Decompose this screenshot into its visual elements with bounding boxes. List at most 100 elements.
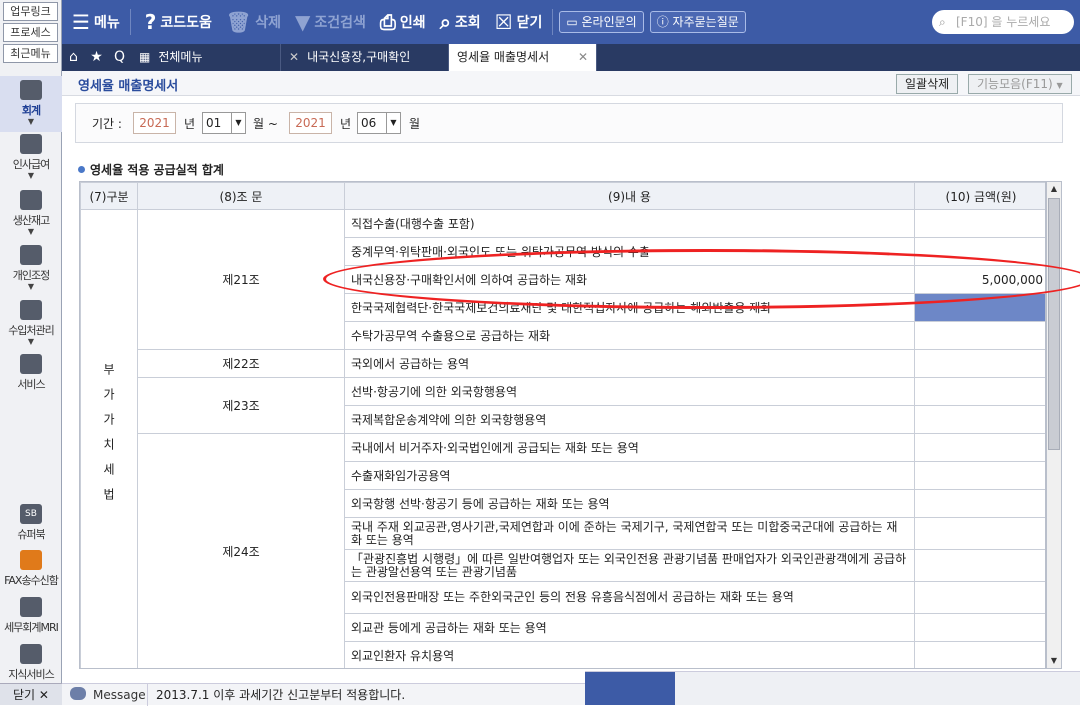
scroll-down-icon[interactable]: ▼: [1047, 654, 1061, 668]
table-row-content: 수출재화임가공용역: [344, 461, 915, 490]
person-icon: [20, 245, 42, 265]
tab-zero-rate-sales[interactable]: 영세율 매출명세서 ✕: [449, 44, 597, 71]
sidebar-item-production[interactable]: 생산재고 ▼: [0, 190, 62, 236]
message-label: Message: [93, 688, 146, 702]
amount-cell[interactable]: [914, 461, 1045, 490]
period-label: 기간 :: [92, 117, 122, 131]
trash-icon: 🗑: [225, 10, 252, 34]
lookup-button[interactable]: ⌕ 조회: [440, 0, 481, 44]
menu-button[interactable]: ☰ 메뉴: [72, 0, 120, 44]
sidebar-item-service[interactable]: 서비스: [0, 354, 62, 392]
amount-cell[interactable]: [914, 405, 1045, 434]
header-article: (8)조 문: [137, 182, 345, 210]
star-icon[interactable]: ★: [85, 44, 108, 71]
table-row-content: 국내에서 비거주자·외국법인에게 공급되는 재화 또는 용역: [344, 433, 915, 462]
search-input[interactable]: ⌕ [F10] 을 누르세요: [932, 10, 1074, 34]
table-row-content: 국제복합운송계약에 의한 외국항행용역: [344, 405, 915, 434]
question-circle-icon: ⓘ: [656, 15, 673, 29]
quick-link-work[interactable]: 업무링크: [3, 2, 58, 21]
online-inquiry-button[interactable]: ▭ 온라인문의: [559, 11, 644, 33]
partial-panel-header: [585, 672, 675, 705]
amount-cell[interactable]: [914, 377, 1045, 406]
sidebar-item-superbook[interactable]: SB 슈퍼북: [0, 504, 62, 542]
person-coin-icon: [20, 134, 42, 154]
start-year-input[interactable]: 2021: [133, 112, 176, 134]
print-button[interactable]: ⎙ 인쇄: [380, 0, 426, 44]
chevron-down-icon: ▼: [27, 171, 35, 180]
scroll-up-icon[interactable]: ▲: [1047, 182, 1061, 196]
delete-button[interactable]: 🗑 삭제: [226, 0, 281, 44]
table-row-content: 수탁가공무역 수출용으로 공급하는 재화: [344, 321, 915, 350]
table-row-content: 중계무역·위탁판매·외국인도 또는 위탁가공무역 방식의 수출: [344, 237, 915, 266]
sidebar-item-accounting[interactable]: 회계 ▼: [0, 76, 62, 132]
faq-button[interactable]: ⓘ 자주묻는질문: [649, 11, 746, 33]
amount-cell[interactable]: [914, 209, 1045, 238]
chevron-down-icon: ▼: [386, 113, 400, 133]
tab-domestic-lc[interactable]: ✕ 내국신용장,구매확인: [281, 44, 449, 71]
function-collection-button[interactable]: 기능모음(F11) ▼: [968, 74, 1072, 94]
scroll-thumb[interactable]: [1048, 198, 1060, 450]
close-icon[interactable]: ✕: [568, 44, 588, 71]
month-range-label: 월 ~: [253, 117, 278, 131]
close-button[interactable]: ☒ 닫기: [495, 0, 543, 44]
search-icon: ⌕: [439, 10, 451, 34]
amount-cell[interactable]: 5,000,000: [914, 265, 1045, 294]
home-icon[interactable]: ⌂: [62, 44, 85, 71]
sidebar-item-vendor[interactable]: 수입처관리 ▼: [0, 300, 62, 346]
table-row-content: 직접수출(대행수출 포함): [344, 209, 915, 238]
article-cell: 제22조: [137, 349, 345, 378]
amount-cell[interactable]: [914, 349, 1045, 378]
quick-link-process[interactable]: 프로세스: [3, 23, 58, 42]
year-label: 년: [340, 117, 352, 131]
tab-all-menu[interactable]: ▦ 전체메뉴: [131, 44, 281, 71]
menu-grid-icon: ▦: [139, 50, 151, 64]
question-icon: ?: [144, 10, 157, 34]
period-filter: 기간 : 2021 년 01 ▼ 월 ~ 2021 년 06 ▼ 월: [75, 103, 1063, 143]
chevron-down-icon: ▼: [27, 117, 35, 126]
amount-cell[interactable]: [914, 517, 1045, 550]
sidebar-item-knowledge[interactable]: 지식서비스: [0, 644, 62, 682]
speech-bubble-icon: [70, 687, 86, 700]
bulk-delete-button[interactable]: 일괄삭제: [896, 74, 959, 94]
sidebar-item-fax[interactable]: FAX송수신함: [0, 550, 62, 588]
left-sidebar: 업무링크 프로세스 최근메뉴 회계 ▼ 인사급여 ▼ 생산재고 ▼ 개인조정 ▼…: [0, 0, 62, 705]
code-help-button[interactable]: ? 코드도움: [145, 0, 212, 44]
pulse-icon: [20, 597, 42, 617]
table-row-content: 외국항행 선박·항공기 등에 공급하는 재화 또는 용역: [344, 489, 915, 518]
bullet-icon: [78, 166, 85, 173]
grid-scrollbar[interactable]: ▲ ▼: [1046, 181, 1062, 669]
table-row-content: 국외에서 공급하는 용역: [344, 349, 915, 378]
quick-link-recent[interactable]: 최근메뉴: [3, 44, 58, 63]
amount-cell[interactable]: [914, 489, 1045, 518]
page-header: 영세율 매출명세서 일괄삭제 기능모음(F11) ▼: [62, 71, 1080, 96]
table-row-content: 한국국제협력단·한국국제보건의료재단 및 대한적십자사에 공급하는 해외반출용 …: [344, 293, 915, 322]
grid-icon: [20, 190, 42, 210]
header-content: (9)내 용: [344, 182, 915, 210]
amount-cell-selected[interactable]: [914, 293, 1045, 322]
sidebar-close-button[interactable]: 닫기 ✕: [0, 683, 62, 705]
sidebar-item-mri[interactable]: 세무회계MRI: [0, 597, 62, 635]
sidebar-item-hr[interactable]: 인사급여 ▼: [0, 134, 62, 180]
table-row-content: 외교관 등에게 공급하는 재화 또는 용역: [344, 613, 915, 642]
amount-cell[interactable]: [914, 237, 1045, 266]
category-cell: 부가가치세법: [80, 209, 138, 668]
close-icon[interactable]: ✕: [289, 44, 299, 71]
sidebar-item-personal[interactable]: 개인조정 ▼: [0, 245, 62, 291]
amount-cell[interactable]: [914, 641, 1045, 668]
condition-search-button[interactable]: ▼ 조건검색: [295, 0, 366, 44]
end-month-select[interactable]: 06 ▼: [357, 112, 401, 134]
quick-search-icon[interactable]: Q: [108, 44, 131, 71]
end-year-input[interactable]: 2021: [289, 112, 332, 134]
amount-cell[interactable]: [914, 613, 1045, 642]
start-month-select[interactable]: 01 ▼: [202, 112, 246, 134]
amount-cell[interactable]: [914, 433, 1045, 462]
year-label: 년: [184, 117, 196, 131]
amount-cell[interactable]: [914, 549, 1045, 582]
table-row-content: 외국인전용판매장 또는 주한외국군인 등의 전용 유흥음식점에서 공급하는 재화…: [344, 581, 915, 614]
amount-cell[interactable]: [914, 321, 1045, 350]
fax-icon: [20, 550, 42, 570]
article-cell: 제23조: [137, 377, 345, 434]
chevron-down-icon: ▼: [1056, 81, 1063, 90]
table-row-content: 「관광진흥법 시행령」에 따른 일반여행업자 또는 외국인전용 관광기념품 판매…: [344, 549, 915, 582]
amount-cell[interactable]: [914, 581, 1045, 614]
